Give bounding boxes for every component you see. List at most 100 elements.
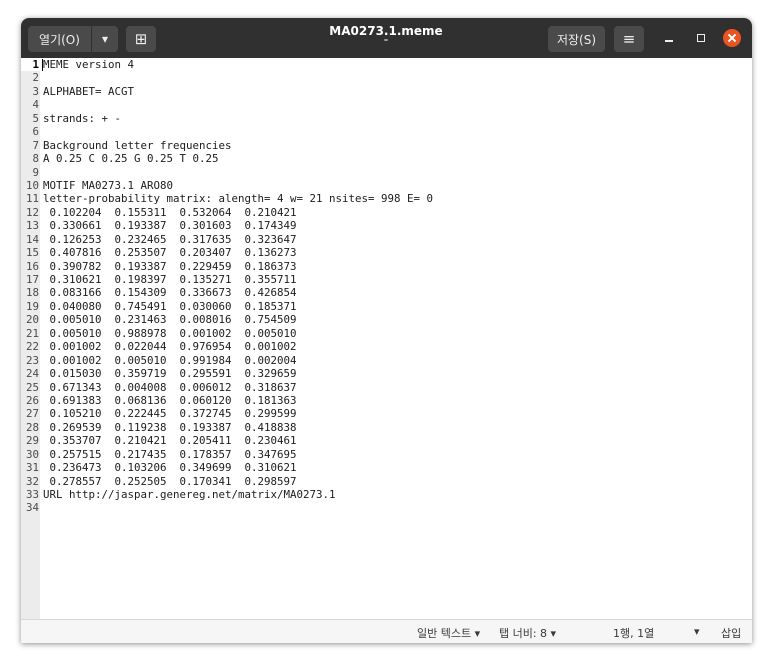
maximize-button[interactable] xyxy=(692,29,710,47)
chevron-down-icon[interactable]: ▾ xyxy=(694,625,700,638)
line-text[interactable]: 0.126253 0.232465 0.317635 0.323647 xyxy=(43,233,297,246)
editor-line[interactable]: 27 0.105210 0.222445 0.372745 0.299599 xyxy=(21,407,752,420)
line-number: 23 xyxy=(25,353,39,367)
line-text[interactable]: 0.353707 0.210421 0.205411 0.230461 xyxy=(43,434,297,447)
chevron-down-icon: ▾ xyxy=(101,32,109,46)
editor-line[interactable]: 16 0.390782 0.193387 0.229459 0.186373 xyxy=(21,260,752,273)
editor-line[interactable]: 19 0.040080 0.745491 0.030060 0.185371 xyxy=(21,300,752,313)
editor-line[interactable]: 11 letter-probability matrix: alength= 4 … xyxy=(21,192,752,205)
language-selector[interactable]: 일반 텍스트 ▾ xyxy=(417,625,480,641)
editor-line[interactable]: 24 0.015030 0.359719 0.295591 0.329659 xyxy=(21,367,752,380)
editor-line[interactable]: 2 xyxy=(21,71,752,84)
editor-line[interactable]: 7 Background letter frequencies xyxy=(21,139,752,152)
line-text[interactable]: strands: + - xyxy=(43,112,121,125)
line-number: 5 xyxy=(32,111,39,125)
line-text[interactable]: 0.269539 0.119238 0.193387 0.418838 xyxy=(43,421,297,434)
line-number: 4 xyxy=(32,98,39,112)
line-number: 1 xyxy=(32,58,39,71)
editor-line[interactable]: 10 MOTIF MA0273.1 ARO80 xyxy=(21,179,752,192)
line-text[interactable]: 0.257515 0.217435 0.178357 0.347695 xyxy=(43,448,297,461)
save-button[interactable]: 저장(S) xyxy=(548,26,605,52)
line-text[interactable]: Background letter frequencies xyxy=(43,139,232,152)
editor-line[interactable]: 5 strands: + - xyxy=(21,112,752,125)
line-number: 21 xyxy=(25,326,39,340)
insert-mode-indicator[interactable]: 삽입 xyxy=(721,625,741,641)
editor-line[interactable]: 13 0.330661 0.193387 0.301603 0.174349 xyxy=(21,219,752,232)
editor-line[interactable]: 12 0.102204 0.155311 0.532064 0.210421 xyxy=(21,206,752,219)
editor-line[interactable]: 15 0.407816 0.253507 0.203407 0.136273 xyxy=(21,246,752,259)
maximize-icon xyxy=(697,34,705,42)
editor-line[interactable]: 33 URL http://jaspar.genereg.net/matrix/M… xyxy=(21,488,752,501)
line-text[interactable]: MOTIF MA0273.1 ARO80 xyxy=(43,179,173,192)
line-number: 8 xyxy=(32,152,39,166)
line-number: 13 xyxy=(25,219,39,233)
editor-line[interactable]: 28 0.269539 0.119238 0.193387 0.418838 xyxy=(21,421,752,434)
line-text[interactable]: 0.390782 0.193387 0.229459 0.186373 xyxy=(43,260,297,273)
open-dropdown-button[interactable]: ▾ xyxy=(92,26,118,52)
line-text[interactable]: 0.001002 0.022044 0.976954 0.001002 xyxy=(43,340,297,353)
line-text[interactable]: 0.236473 0.103206 0.349699 0.310621 xyxy=(43,461,297,474)
line-text[interactable]: URL http://jaspar.genereg.net/matrix/MA0… xyxy=(43,488,336,501)
window-title: MA0273.1.meme xyxy=(329,24,443,38)
editor-line[interactable]: 34 xyxy=(21,501,752,514)
line-text[interactable]: 0.691383 0.068136 0.060120 0.181363 xyxy=(43,394,297,407)
line-text[interactable]: 0.330661 0.193387 0.301603 0.174349 xyxy=(43,219,297,232)
header-bar: 열기(O) ▾ ⊞ MA0273.1.meme 저장(S) ≡ xyxy=(21,18,752,58)
minimize-button[interactable] xyxy=(660,29,678,47)
editor-line[interactable]: 29 0.353707 0.210421 0.205411 0.230461 xyxy=(21,434,752,447)
open-button[interactable]: 열기(O) xyxy=(28,26,91,52)
line-number: 27 xyxy=(25,407,39,421)
title-subtitle-indicator xyxy=(384,39,388,41)
line-text[interactable]: 0.005010 0.231463 0.008016 0.754509 xyxy=(43,313,297,326)
editor-line[interactable]: 25 0.671343 0.004008 0.006012 0.318637 xyxy=(21,381,752,394)
editor-line[interactable]: 14 0.126253 0.232465 0.317635 0.323647 xyxy=(21,233,752,246)
line-number: 32 xyxy=(25,474,39,488)
line-text[interactable]: 0.102204 0.155311 0.532064 0.210421 xyxy=(43,206,297,219)
new-tab-button[interactable]: ⊞ xyxy=(126,26,156,52)
text-lines[interactable]: 1 MEME version 4 2 3 ALPHABET= ACGT 4 5 strands… xyxy=(21,58,752,515)
editor-line[interactable]: 32 0.278557 0.252505 0.170341 0.298597 xyxy=(21,475,752,488)
editor-line[interactable]: 21 0.005010 0.988978 0.001002 0.005010 xyxy=(21,327,752,340)
tab-width-selector[interactable]: 탭 너비: 8 ▾ xyxy=(499,625,556,641)
line-number: 24 xyxy=(25,367,39,381)
line-text[interactable]: letter-probability matrix: alength= 4 w=… xyxy=(43,192,433,205)
editor-line[interactable]: 6 xyxy=(21,125,752,138)
editor-line[interactable]: 3 ALPHABET= ACGT xyxy=(21,85,752,98)
line-number: 22 xyxy=(25,340,39,354)
line-text[interactable]: 0.407816 0.253507 0.203407 0.136273 xyxy=(43,246,297,259)
line-text[interactable]: 0.278557 0.252505 0.170341 0.298597 xyxy=(43,475,297,488)
editor-line[interactable]: 18 0.083166 0.154309 0.336673 0.426854 xyxy=(21,286,752,299)
close-button[interactable] xyxy=(723,29,741,47)
hamburger-menu-button[interactable]: ≡ xyxy=(614,26,644,52)
editor-line[interactable]: 23 0.001002 0.005010 0.991984 0.002004 xyxy=(21,354,752,367)
editor-line[interactable]: 20 0.005010 0.231463 0.008016 0.754509 xyxy=(21,313,752,326)
line-number: 28 xyxy=(25,420,39,434)
editor-line[interactable]: 9 xyxy=(21,166,752,179)
text-cursor xyxy=(42,59,43,71)
line-text[interactable]: A 0.25 C 0.25 G 0.25 T 0.25 xyxy=(43,152,219,165)
line-text[interactable]: ALPHABET= ACGT xyxy=(43,85,134,98)
line-number: 9 xyxy=(32,165,39,179)
minimize-icon xyxy=(665,40,673,42)
editor-line[interactable]: 31 0.236473 0.103206 0.349699 0.310621 xyxy=(21,461,752,474)
line-text[interactable]: 0.310621 0.198397 0.135271 0.355711 xyxy=(43,273,297,286)
line-text[interactable]: 0.083166 0.154309 0.336673 0.426854 xyxy=(43,286,297,299)
text-editor[interactable]: 1 MEME version 4 2 3 ALPHABET= ACGT 4 5 strands… xyxy=(21,58,752,619)
editor-line[interactable]: 22 0.001002 0.022044 0.976954 0.001002 xyxy=(21,340,752,353)
line-text[interactable]: 0.105210 0.222445 0.372745 0.299599 xyxy=(43,407,297,420)
editor-line[interactable]: 30 0.257515 0.217435 0.178357 0.347695 xyxy=(21,448,752,461)
line-text[interactable]: 0.005010 0.988978 0.001002 0.005010 xyxy=(43,327,297,340)
line-number: 2 xyxy=(32,71,39,85)
editor-line[interactable]: 17 0.310621 0.198397 0.135271 0.355711 xyxy=(21,273,752,286)
line-number: 18 xyxy=(25,286,39,300)
editor-line[interactable]: 8 A 0.25 C 0.25 G 0.25 T 0.25 xyxy=(21,152,752,165)
line-text[interactable]: MEME version 4 xyxy=(43,58,134,71)
line-text[interactable]: 0.671343 0.004008 0.006012 0.318637 xyxy=(43,381,297,394)
line-text[interactable]: 0.015030 0.359719 0.295591 0.329659 xyxy=(43,367,297,380)
editor-line[interactable]: 26 0.691383 0.068136 0.060120 0.181363 xyxy=(21,394,752,407)
cursor-position[interactable]: 1행, 1열 xyxy=(613,625,654,641)
editor-line[interactable]: 1 MEME version 4 xyxy=(21,58,752,72)
line-text[interactable]: 0.001002 0.005010 0.991984 0.002004 xyxy=(43,354,297,367)
editor-line[interactable]: 4 xyxy=(21,98,752,111)
line-text[interactable]: 0.040080 0.745491 0.030060 0.185371 xyxy=(43,300,297,313)
